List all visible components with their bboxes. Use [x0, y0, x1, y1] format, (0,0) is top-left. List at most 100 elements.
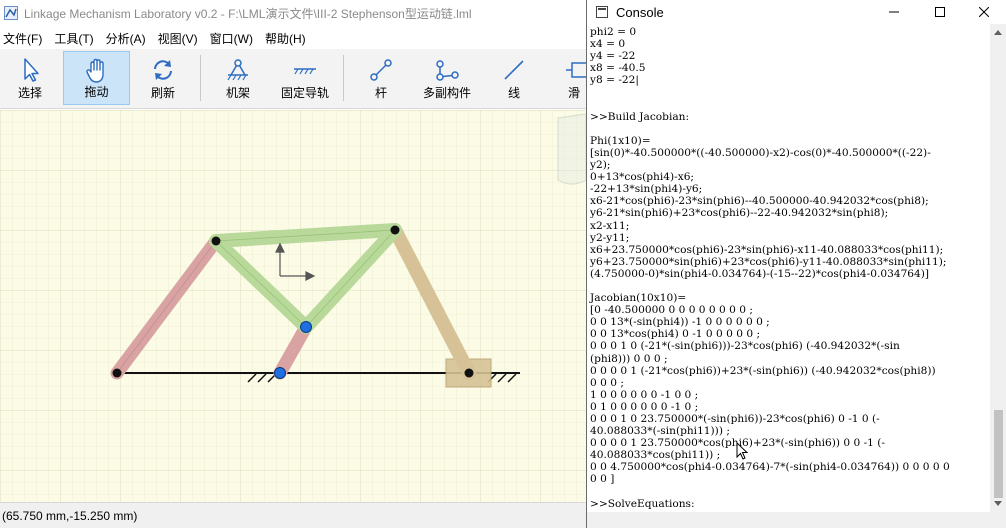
line-tool-label: 线 [507, 86, 520, 100]
console-output[interactable]: phi2 = 0 x4 = 0 y4 = -22 x8 = -40.5 y8 = -22… [589, 26, 987, 514]
cursor-arrow-icon [24, 58, 39, 82]
close-button[interactable] [961, 0, 1006, 24]
console-window: Console phi2 = 0 x4 = 0 y4 = -22 x8 = -40.5… [586, 0, 1006, 528]
console-line: >>SolveEquations: [590, 497, 695, 510]
console-line: 0 0 0 0 1 (-21*cos(phi6))+23*(-sin(phi6)… [590, 364, 936, 377]
console-line: y4 = -22 [590, 50, 636, 63]
console-title: Console [616, 4, 664, 20]
menu-analysis[interactable]: 分析(A) [103, 30, 151, 47]
console-line: y8 = -22| [590, 74, 639, 87]
console-line: 40.088033*cos(phi11)) ; [590, 449, 721, 462]
menu-tools[interactable]: 工具(T) [51, 30, 98, 47]
app-logo-icon [4, 6, 18, 20]
console-line: 0+13*cos(phi4)-x6; [590, 171, 695, 184]
toolbar: 选择 拖动 刷新 机架 固定导轨 杆 多副构件 线 滑 [0, 49, 590, 109]
menu-bar: 文件(F) 工具(T) 分析(A) 视图(V) 窗口(W) 帮助(H) [0, 28, 590, 48]
joint-ground-left[interactable] [112, 368, 122, 378]
maximize-button[interactable] [917, 0, 963, 24]
drag-tool-label: 拖动 [84, 85, 109, 99]
close-icon [979, 7, 989, 17]
multi-pair-tool-label: 多副构件 [422, 86, 471, 100]
watermark-seal [557, 113, 587, 185]
console-line: [0 -40.500000 0 0 0 0 0 0 0 0 ; [590, 304, 753, 317]
menu-help[interactable]: 帮助(H) [262, 30, 311, 47]
bar-tool-label: 杆 [374, 86, 387, 100]
mechanism-canvas[interactable] [0, 110, 590, 502]
frame-support-icon [227, 59, 248, 81]
cursor-coordinates: (65.750 mm,-15.250 mm) [2, 508, 138, 523]
console-line: 0 0 13*(-sin(phi4)) -1 0 0 0 0 0 0 ; [590, 316, 770, 329]
menu-window[interactable]: 窗口(W) [207, 30, 258, 47]
console-line: (4.750000-0)*sin(phi4-0.034764)-(-15--22… [590, 267, 930, 280]
maximize-icon [935, 7, 945, 17]
main-window: Linkage Mechanism Laboratory v0.2 - F:\L… [0, 0, 590, 528]
status-bar: (65.750 mm,-15.250 mm) [0, 502, 590, 528]
select-tool-button[interactable]: 选择 [2, 51, 58, 105]
console-line: y6+23.750000*sin(phi6)+23*cos(phi6)-y11-… [590, 255, 947, 268]
console-line: 0 0 0 1 0 23.750000*(-sin(phi6))-23*cos(… [590, 413, 880, 425]
console-line: Jacobian(10x10)= [590, 292, 687, 305]
joint-slider[interactable] [464, 368, 474, 378]
slider-tool-label: 滑 [568, 86, 581, 100]
console-line: 1 0 0 0 0 0 0 -1 0 0 ; [590, 388, 699, 401]
fixed-rail-icon [294, 68, 316, 75]
console-line: 0 0 0 ; [590, 376, 624, 389]
drag-tool-button[interactable]: 拖动 [63, 51, 130, 105]
joint-upper-right[interactable] [390, 225, 400, 235]
console-line: Phi(1x10)= [590, 134, 651, 147]
console-line: x6+23.750000*cos(phi6)-23*sin(phi6)-x11-… [590, 243, 944, 256]
fixed-rail-tool-label: 固定导轨 [280, 86, 329, 100]
console-line: y6-21*sin(phi6)+23*cos(phi6)--22-40.9420… [590, 207, 889, 220]
multi-pair-tool-button[interactable]: 多副构件 [414, 51, 480, 105]
console-line: x8 = -40.5 [590, 62, 646, 75]
scroll-down-icon[interactable] [994, 501, 1002, 506]
console-line: 40.088033*(-sin(phi11))) ; [590, 425, 730, 438]
console-titlebar[interactable]: Console [587, 0, 1006, 24]
console-line: (phi8))) 0 0 0 ; [590, 352, 668, 365]
multi-pair-link-icon [436, 60, 459, 81]
console-line: -22+13*sin(phi4)-y6; [590, 183, 703, 196]
joint-upper-left[interactable] [211, 236, 221, 246]
console-window-icon [596, 6, 608, 18]
console-line: 0 0 ] [590, 473, 615, 486]
menu-file[interactable]: 文件(F) [0, 30, 47, 47]
scrollbar-thumb[interactable] [994, 410, 1003, 498]
scroll-up-icon[interactable] [994, 30, 1002, 35]
joint-middle-selected[interactable] [300, 321, 312, 333]
frame-tool-button[interactable]: 机架 [212, 51, 264, 105]
app-titlebar[interactable]: Linkage Mechanism Laboratory v0.2 - F:\L… [0, 0, 590, 26]
line-tool-button[interactable]: 线 [490, 51, 538, 105]
console-scrollbar[interactable] [990, 24, 1006, 512]
refresh-tool-button[interactable]: 刷新 [136, 51, 190, 105]
minimize-button[interactable] [871, 0, 917, 24]
toolbar-separator [200, 55, 201, 101]
console-line: 0 0 0 0 1 23.750000*cos(phi6)+23*(-sin(p… [590, 437, 885, 450]
console-line: phi2 = 0 [590, 26, 637, 38]
console-line: x2-x11; [590, 219, 630, 232]
bar-tool-button[interactable]: 杆 [356, 51, 406, 105]
select-tool-label: 选择 [17, 86, 42, 100]
menu-view[interactable]: 视图(V) [155, 30, 203, 47]
mouse-pointer-icon [736, 442, 749, 460]
console-line: >>Build Jacobian: [590, 110, 690, 123]
window-title: Linkage Mechanism Laboratory v0.2 - F:\L… [24, 6, 472, 21]
console-line: x4 = 0 [590, 38, 626, 51]
joint-ground-middle-selected[interactable] [274, 367, 286, 379]
bar-link-icon [370, 59, 392, 81]
console-line: x6-21*cos(phi6)-23*sin(phi6)--40.500000-… [590, 195, 929, 208]
hand-icon [85, 58, 104, 83]
refresh-icon [154, 60, 172, 80]
frame-tool-label: 机架 [225, 86, 250, 100]
fixed-rail-tool-button[interactable]: 固定导轨 [272, 51, 338, 105]
refresh-tool-label: 刷新 [150, 86, 175, 100]
minimize-icon [889, 11, 899, 13]
console-bottom-edge [587, 512, 1006, 528]
console-line: [sin(0)*-40.500000*((-40.500000)-x2)-cos… [590, 146, 931, 159]
console-line: 0 0 13*cos(phi4) 0 -1 0 0 0 0 0 ; [590, 328, 761, 341]
toolbar-separator [343, 55, 344, 101]
